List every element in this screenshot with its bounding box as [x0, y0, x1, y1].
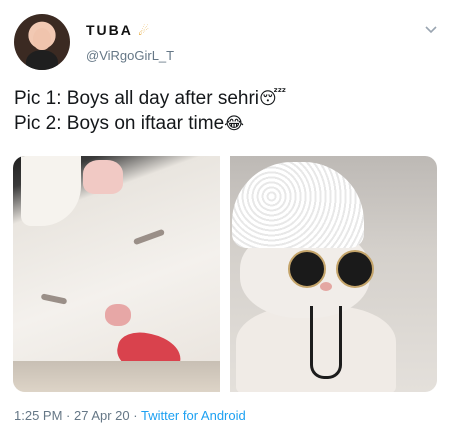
display-name-text: TUBA: [86, 22, 133, 38]
avatar[interactable]: [14, 14, 70, 70]
tweet-date[interactable]: 27 Apr 20: [74, 408, 130, 423]
avatar-face: [33, 28, 51, 50]
tweet-time[interactable]: 1:25 PM: [14, 408, 62, 423]
photo-cat-with-cap-and-sunglasses[interactable]: [230, 156, 437, 392]
avatar-body: [26, 50, 58, 70]
tears-of-joy-emoji-icon: 😂: [224, 114, 245, 133]
display-name[interactable]: TUBA ☄: [86, 22, 149, 38]
tweet-line-2: Pic 2: Boys on iftaar time😂: [14, 113, 245, 134]
tweet-meta: 1:25 PM · 27 Apr 20 · Twitter for Androi…: [14, 408, 246, 423]
tweet-source[interactable]: Twitter for Android: [141, 408, 246, 423]
photo-sleeping-cat[interactable]: [13, 156, 220, 392]
chevron-down-icon[interactable]: [424, 22, 438, 36]
comet-emoji-icon: ☄: [138, 24, 150, 38]
tweet-line-1: Pic 1: Boys all day after sehri😴: [14, 88, 287, 109]
sleeping-face-emoji-icon: 😴: [259, 89, 287, 108]
tweet-text: Pic 1: Boys all day after sehri😴 Pic 2: …: [14, 86, 434, 136]
user-handle[interactable]: @ViRgoGirL_T: [86, 48, 174, 63]
media-grid: [13, 156, 437, 392]
